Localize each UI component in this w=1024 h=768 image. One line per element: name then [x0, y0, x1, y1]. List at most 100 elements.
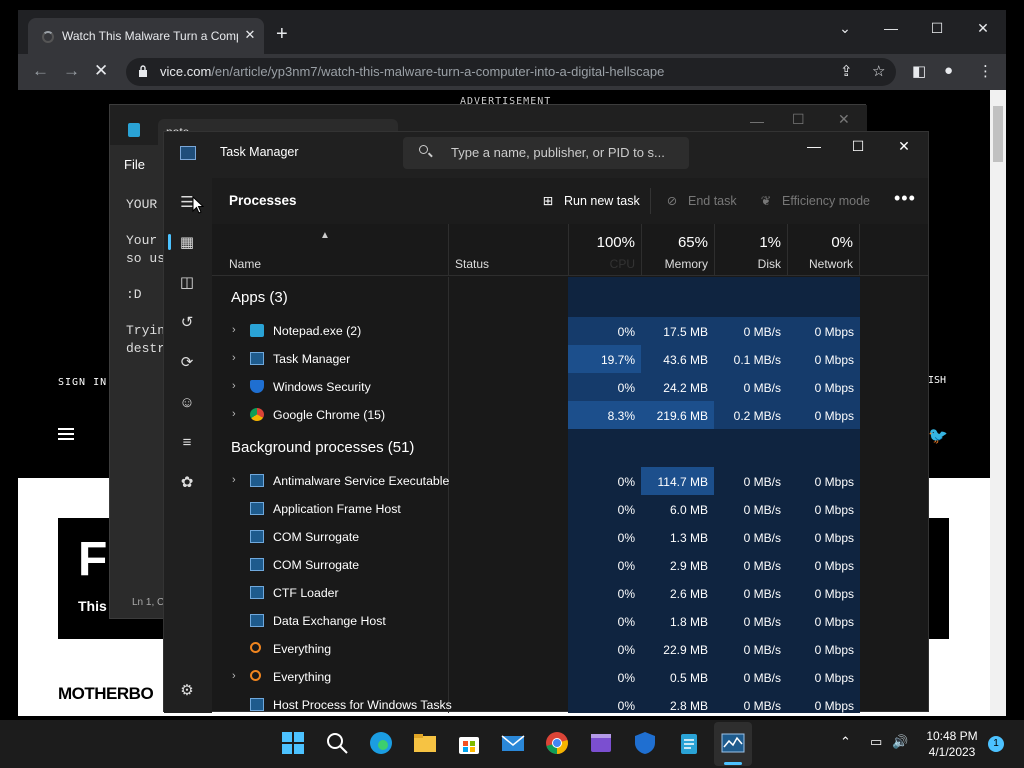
notepad-icon[interactable]	[676, 730, 702, 756]
new-tab-button[interactable]: +	[276, 24, 288, 44]
tab-search-icon[interactable]: ⌄	[830, 20, 860, 37]
forward-icon[interactable]: →	[63, 61, 80, 81]
table-row[interactable]: › Notepad.exe (2) 0% 17.5 MB 0 MB/s 0 Mb…	[212, 317, 928, 345]
close-window-button[interactable]: ✕	[968, 20, 998, 37]
tm-close-button[interactable]: ✕	[894, 138, 914, 155]
table-row[interactable]: Everything 0% 22.9 MB 0 MB/s 0 Mbps	[212, 635, 928, 663]
notepad-icon	[250, 324, 264, 337]
tab-close-button[interactable]: ✕	[242, 27, 258, 43]
performance-icon[interactable]: ◫	[178, 274, 196, 292]
hamburger-menu-icon[interactable]	[58, 428, 74, 440]
twitter-icon[interactable]: 🐦	[928, 426, 948, 446]
edge-icon[interactable]	[368, 730, 394, 756]
shield-icon[interactable]	[632, 730, 658, 756]
settings-gear-icon[interactable]: ⚙	[178, 682, 196, 700]
expand-chevron-icon[interactable]: ›	[232, 324, 236, 336]
loading-icon	[42, 31, 54, 43]
search-icon[interactable]	[324, 730, 350, 756]
brand-logo[interactable]: MOTHERBO	[58, 684, 154, 704]
efficiency-mode-button[interactable]: ❦ Efficiency mode	[758, 193, 870, 208]
notepad-maximize-button[interactable]: ☐	[792, 111, 805, 128]
process-list[interactable]: Apps (3) › Notepad.exe (2) 0% 17.5 MB 0 …	[212, 277, 928, 713]
table-row[interactable]: › Task Manager 19.7% 43.6 MB 0.1 MB/s 0 …	[212, 345, 928, 373]
notepad-minimize-button[interactable]: —	[750, 113, 764, 129]
expand-chevron-icon[interactable]: ›	[232, 352, 236, 364]
table-row[interactable]: CTF Loader 0% 2.6 MB 0 MB/s 0 Mbps	[212, 579, 928, 607]
table-row[interactable]: › Windows Security 0% 24.2 MB 0 MB/s 0 M…	[212, 373, 928, 401]
notepad-close-button[interactable]: ✕	[838, 111, 850, 128]
tm-maximize-button[interactable]: ☐	[848, 138, 868, 155]
table-row[interactable]: › Antimalware Service Executable 0% 114.…	[212, 467, 928, 495]
chrome-icon[interactable]	[544, 730, 570, 756]
file-explorer-icon[interactable]	[412, 730, 438, 756]
task-manager-icon[interactable]	[720, 730, 746, 756]
expand-chevron-icon[interactable]: ›	[232, 670, 236, 682]
startup-apps-icon[interactable]: ⟳	[178, 354, 196, 372]
mail-icon[interactable]	[500, 730, 526, 756]
efficiency-mode-label: Efficiency mode	[782, 194, 871, 208]
column-status: Status	[455, 257, 490, 271]
network-icon[interactable]: ▭	[870, 734, 882, 750]
menu-kebab-icon[interactable]: ⋮	[978, 62, 993, 80]
more-options-button[interactable]: •••	[894, 188, 916, 209]
address-bar[interactable]: vice.com/en/article/yp3nm7/watch-this-ma…	[126, 58, 896, 86]
sign-in-link[interactable]: SIGN IN	[58, 377, 107, 388]
details-icon[interactable]: ≡	[178, 434, 196, 452]
tray-chevron-icon[interactable]: ⌃	[840, 734, 851, 750]
page-scrollbar[interactable]	[990, 90, 1006, 716]
expand-chevron-icon[interactable]: ›	[232, 380, 236, 392]
profile-icon[interactable]: ●	[944, 62, 953, 79]
store-icon[interactable]	[456, 730, 482, 756]
process-icon	[250, 586, 264, 599]
processes-icon[interactable]: ▦	[178, 234, 196, 252]
column-cpu[interactable]: 100% CPU	[568, 224, 641, 276]
browser-tab[interactable]: Watch This Malware Turn a Computer into …	[28, 18, 264, 54]
minimize-button[interactable]: —	[876, 20, 906, 36]
bookmark-star-icon[interactable]: ☆	[872, 62, 885, 80]
search-input[interactable]: Type a name, publisher, or PID to s...	[403, 137, 689, 169]
expand-chevron-icon[interactable]: ›	[232, 408, 236, 420]
app-history-icon[interactable]: ↺	[178, 314, 196, 332]
group-header-apps[interactable]: Apps (3)	[231, 289, 288, 306]
network-label: Network	[808, 257, 853, 271]
table-row[interactable]: Data Exchange Host 0% 1.8 MB 0 MB/s 0 Mb…	[212, 607, 928, 635]
windows-start-icon[interactable]	[280, 730, 306, 756]
services-icon[interactable]: ✿	[178, 474, 196, 492]
table-row[interactable]: Host Process for Windows Tasks 0% 2.8 MB…	[212, 691, 928, 713]
memory-cell: 2.9 MB	[669, 559, 708, 573]
clock[interactable]: 10:48 PM 4/1/2023	[916, 728, 988, 760]
group-header-background[interactable]: Background processes (51)	[231, 439, 414, 456]
menu-file[interactable]: File	[124, 157, 145, 172]
column-memory[interactable]: 65% Memory	[641, 224, 714, 276]
scrollbar-thumb[interactable]	[993, 106, 1003, 162]
expand-chevron-icon[interactable]: ›	[232, 474, 236, 486]
column-disk[interactable]: 1% Disk	[714, 224, 787, 276]
share-icon[interactable]: ⇪	[840, 62, 853, 80]
header-link[interactable]: ISH	[928, 375, 946, 386]
column-network[interactable]: 0% Network	[787, 224, 860, 276]
run-new-task-button[interactable]: ⊞ Run new task	[540, 193, 640, 208]
clipchamp-icon[interactable]	[588, 730, 614, 756]
memory-cell: 6.0 MB	[669, 503, 708, 517]
table-row[interactable]: Application Frame Host 0% 6.0 MB 0 MB/s …	[212, 495, 928, 523]
table-row[interactable]: › Everything 0% 0.5 MB 0 MB/s 0 Mbps	[212, 663, 928, 691]
tm-minimize-button[interactable]: —	[804, 138, 824, 154]
taskbar: ⌃ ▭ 🔊 10:48 PM 4/1/2023 1	[0, 720, 1024, 768]
maximize-button[interactable]: ☐	[922, 20, 952, 37]
url-path: /en/article/yp3nm7/watch-this-malware-tu…	[211, 64, 665, 79]
column-name[interactable]: Name	[229, 257, 261, 271]
cpu-cell: 0%	[617, 475, 635, 489]
network-cell: 0 Mbps	[814, 475, 854, 489]
back-icon[interactable]: ←	[32, 61, 49, 81]
volume-icon[interactable]: 🔊	[892, 734, 908, 750]
column-status-cell[interactable]: Status	[448, 224, 568, 276]
table-row[interactable]: COM Surrogate 0% 1.3 MB 0 MB/s 0 Mbps	[212, 523, 928, 551]
stop-icon[interactable]: ✕	[94, 61, 108, 81]
process-icon	[250, 474, 264, 487]
users-icon[interactable]: ☺	[178, 394, 196, 412]
table-row[interactable]: COM Surrogate 0% 2.9 MB 0 MB/s 0 Mbps	[212, 551, 928, 579]
side-panel-icon[interactable]: ◧	[912, 62, 926, 80]
table-row[interactable]: › Google Chrome (15) 8.3% 219.6 MB 0.2 M…	[212, 401, 928, 429]
end-task-button[interactable]: ⊘ End task	[664, 193, 737, 208]
notification-badge[interactable]: 1	[988, 736, 1004, 752]
